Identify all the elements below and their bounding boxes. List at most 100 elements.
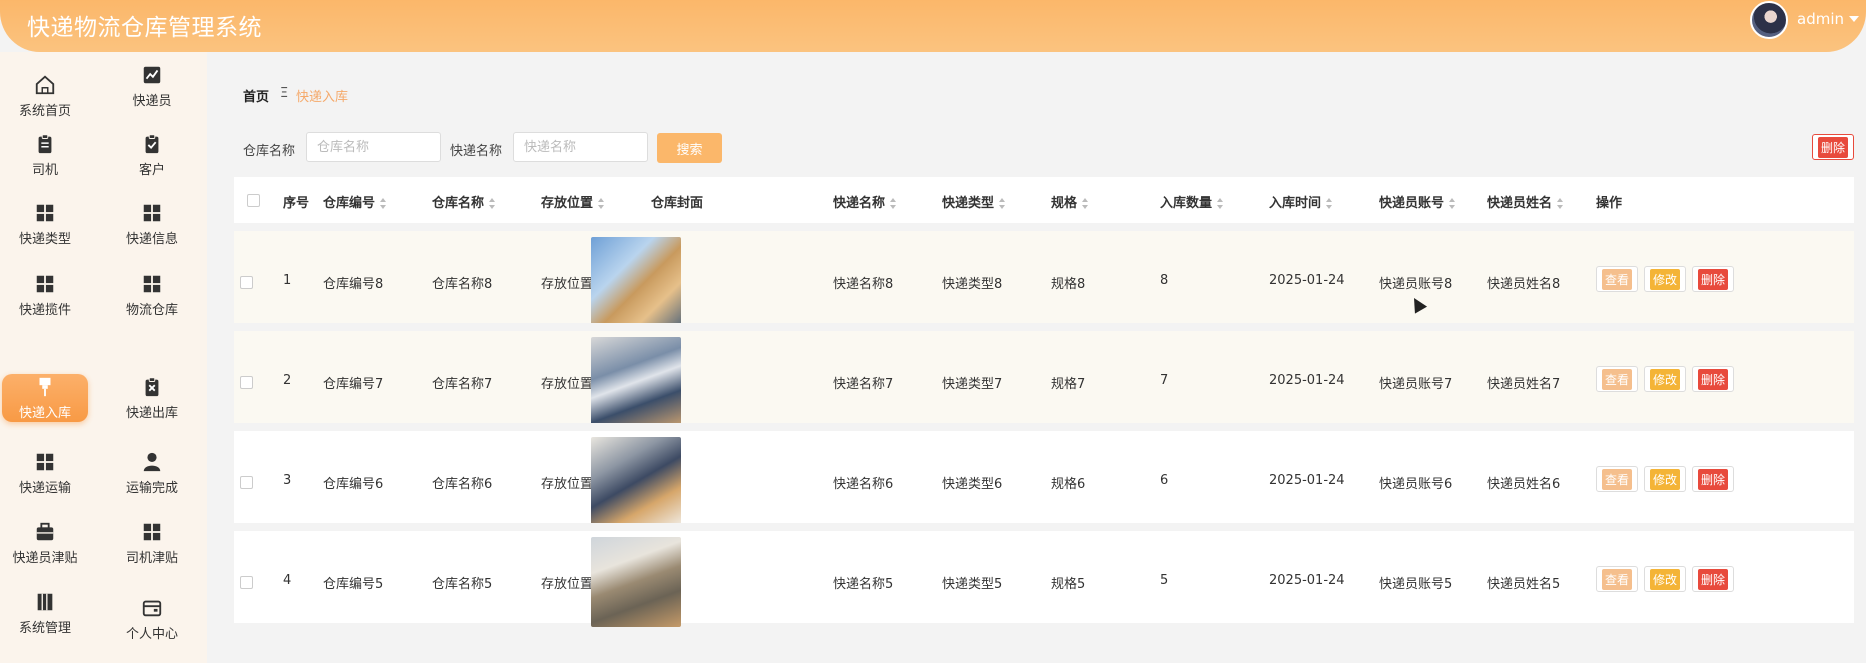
cell-account: 快递员账号7 (1379, 377, 1453, 392)
sort-icon (380, 198, 387, 209)
sidebar-item-home[interactable]: 系统首页 (1, 64, 89, 124)
edit-button[interactable]: 修改 (1644, 566, 1686, 592)
cell-courier: 快递员姓名8 (1487, 277, 1561, 292)
sidebar-item-pickup[interactable]: 快递揽件 (1, 263, 89, 323)
cell-name: 仓库名称8 (432, 277, 493, 292)
app-title: 快递物流仓库管理系统 (27, 15, 262, 41)
cover-image[interactable] (591, 537, 681, 627)
row-checkbox[interactable] (240, 376, 253, 389)
cell-index: 1 (283, 273, 292, 288)
sidebar-item-profile[interactable]: 个人中心 (108, 587, 196, 647)
edit-button[interactable]: 修改 (1644, 466, 1686, 492)
table-row: 1 仓库编号8 仓库名称8 存放位置8 快递名称8 快递类型8 规格8 8 20… (234, 223, 1854, 327)
chevron-down-icon[interactable] (1849, 16, 1859, 22)
th-date[interactable]: 入库时间 (1269, 192, 1333, 211)
sidebar-item-transport-done[interactable]: 运输完成 (108, 441, 196, 501)
sidebar-item-warehouse[interactable]: 物流仓库 (108, 263, 196, 323)
cell-type: 快递类型5 (942, 577, 1003, 592)
th-qty[interactable]: 入库数量 (1160, 192, 1224, 211)
cell-courier: 快递员姓名5 (1487, 577, 1561, 592)
view-button[interactable]: 查看 (1596, 366, 1638, 392)
cell-name: 仓库名称6 (432, 477, 493, 492)
row-checkbox[interactable] (240, 476, 253, 489)
th-courier[interactable]: 快递员姓名 (1487, 192, 1564, 211)
sidebar-item-courier[interactable]: 快递员 (108, 54, 196, 114)
sort-icon (890, 198, 897, 209)
cell-index: 2 (283, 373, 292, 388)
cell-account: 快递员账号5 (1379, 577, 1453, 592)
row-checkbox[interactable] (240, 276, 253, 289)
th-spec[interactable]: 规格 (1051, 192, 1089, 211)
table-row: 3 仓库编号6 仓库名称6 存放位置6 快递名称6 快递类型6 规格6 6 20… (234, 423, 1854, 527)
view-button[interactable]: 查看 (1596, 466, 1638, 492)
sidebar-item-transport[interactable]: 快递运输 (1, 441, 89, 501)
view-button[interactable]: 查看 (1596, 266, 1638, 292)
warehouse-name-input[interactable] (306, 132, 441, 162)
sidebar-item-driver[interactable]: 司机 (1, 123, 89, 183)
cell-express: 快递名称6 (833, 477, 894, 492)
view-button[interactable]: 查看 (1596, 566, 1638, 592)
delete-button[interactable]: 删除 (1692, 366, 1734, 392)
avatar[interactable] (1750, 1, 1788, 39)
cell-express: 快递名称5 (833, 577, 894, 592)
grid-icon (36, 204, 54, 222)
user-name[interactable]: admin (1797, 10, 1844, 28)
th-code[interactable]: 仓库编号 (323, 192, 387, 211)
th-type[interactable]: 快递类型 (942, 192, 1006, 211)
grid-icon (36, 453, 54, 471)
sidebar-item-driver-allowance[interactable]: 司机津贴 (108, 511, 196, 571)
edit-button[interactable]: 修改 (1644, 266, 1686, 292)
cell-code: 仓库编号5 (323, 577, 384, 592)
sort-icon (489, 198, 496, 209)
cover-image[interactable] (591, 437, 681, 527)
warehouse-name-label: 仓库名称 (243, 144, 296, 159)
cell-date: 2025-01-24 (1269, 573, 1345, 588)
breadcrumb-home[interactable]: 首页 (243, 86, 269, 105)
cell-type: 快递类型6 (942, 477, 1003, 492)
cell-code: 仓库编号6 (323, 477, 384, 492)
cell-qty: 7 (1160, 373, 1169, 388)
table-row: 2 仓库编号7 仓库名称7 存放位置7 快递名称7 快递类型7 规格7 7 20… (234, 323, 1854, 427)
sort-icon (999, 198, 1006, 209)
th-index: 序号 (283, 196, 310, 211)
sidebar-item-system[interactable]: 系统管理 (1, 581, 89, 641)
table-header: 序号 仓库编号 仓库名称 存放位置 仓库封面 快递名称 快递类型 规格 入库数量… (234, 177, 1854, 223)
cover-image[interactable] (591, 337, 681, 427)
grid-icon (143, 204, 161, 222)
cell-express: 快递名称7 (833, 377, 894, 392)
sidebar-item-express-type[interactable]: 快递类型 (1, 192, 89, 252)
brush-icon (39, 377, 51, 397)
sidebar-item-inbound[interactable]: 快递入库 (2, 374, 88, 422)
home-icon (35, 75, 55, 95)
sidebar-item-customer[interactable]: 客户 (108, 123, 196, 183)
delete-button[interactable]: 删除 (1692, 266, 1734, 292)
sort-icon (1217, 198, 1224, 209)
sidebar-item-courier-allowance[interactable]: 快递员津贴 (1, 511, 89, 571)
search-button[interactable]: 搜索 (657, 133, 722, 163)
express-name-input[interactable] (513, 132, 648, 162)
sort-icon (1082, 198, 1089, 209)
th-actions: 操作 (1596, 196, 1623, 211)
chart-icon (143, 66, 161, 84)
cover-image[interactable] (591, 237, 681, 327)
select-all-checkbox[interactable] (247, 194, 260, 207)
row-checkbox[interactable] (240, 576, 253, 589)
th-account[interactable]: 快递员账号 (1379, 192, 1456, 211)
table-row: 4 仓库编号5 仓库名称5 存放位置5 快递名称5 快递类型5 规格5 5 20… (234, 523, 1854, 627)
delete-button[interactable]: 删除 (1692, 466, 1734, 492)
top-header: 快递物流仓库管理系统 admin (0, 0, 1866, 52)
th-name[interactable]: 仓库名称 (432, 192, 496, 211)
batch-delete-button[interactable]: 删除 (1812, 134, 1854, 160)
th-cover: 仓库封面 (651, 196, 704, 211)
sidebar-item-outbound[interactable]: 快递出库 (108, 374, 196, 422)
edit-button[interactable]: 修改 (1644, 366, 1686, 392)
sidebar-item-express-info[interactable]: 快递信息 (108, 192, 196, 252)
cell-account: 快递员账号8 (1379, 277, 1453, 292)
book-icon (37, 593, 53, 611)
th-location[interactable]: 存放位置 (541, 192, 605, 211)
delete-button[interactable]: 删除 (1692, 566, 1734, 592)
cell-name: 仓库名称5 (432, 577, 493, 592)
sort-icon (1449, 198, 1456, 209)
clipboard-x-icon (145, 377, 159, 397)
th-express[interactable]: 快递名称 (833, 192, 897, 211)
